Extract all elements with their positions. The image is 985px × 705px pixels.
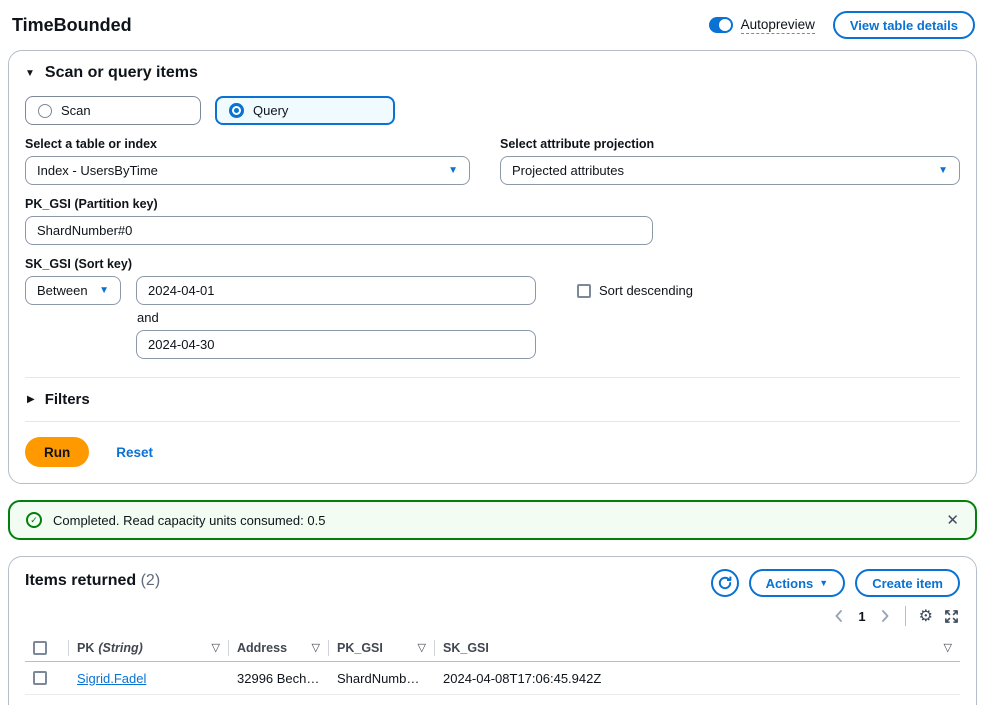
sort-filter-icon[interactable]: ▽ [312, 641, 320, 654]
partition-key-label: PK_GSI (Partition key) [25, 197, 960, 211]
and-label: and [137, 310, 960, 325]
items-returned-panel: Items returned (2) Actions ▼ Create item [8, 556, 977, 705]
top-bar: TimeBounded Autopreview View table detai… [8, 8, 977, 40]
column-pk-label: PK [77, 641, 94, 655]
projection-select[interactable]: Projected attributes ▼ [500, 156, 960, 185]
column-header-address[interactable]: Address ▽ [229, 640, 329, 656]
success-check-icon: ✓ [26, 512, 42, 528]
view-table-details-button[interactable]: View table details [833, 11, 975, 39]
table-header-row: PK (String) ▽ Address ▽ PK_GSI ▽ SK_GSI … [25, 634, 960, 662]
autopreview-toggle-group[interactable]: Autopreview [709, 17, 815, 34]
table-select-value: Index - UsersByTime [37, 163, 158, 178]
column-address-label: Address [237, 641, 287, 655]
collapse-caret-icon[interactable]: ▼ [25, 68, 35, 79]
autopreview-toggle[interactable] [709, 17, 733, 33]
actions-label: Actions [766, 576, 814, 591]
reset-button[interactable]: Reset [116, 445, 153, 460]
table-select[interactable]: Index - UsersByTime ▼ [25, 156, 470, 185]
mode-selector: Scan Query [25, 96, 960, 125]
divider [25, 421, 960, 422]
collapsed-caret-icon[interactable]: ▶ [27, 394, 35, 405]
sort-filter-icon[interactable]: ▽ [212, 641, 220, 654]
chevron-left-icon [833, 609, 845, 623]
table-select-label: Select a table or index [25, 137, 470, 151]
chevron-right-icon [879, 609, 891, 623]
gear-icon: ⚙ [919, 606, 933, 626]
autopreview-label: Autopreview [741, 17, 815, 34]
preferences-button[interactable]: ⚙ [918, 605, 934, 627]
sort-descending-checkbox-group[interactable]: Sort descending [577, 283, 693, 298]
pagination-prev-button[interactable] [831, 607, 847, 625]
item-pk-link[interactable]: Sigrid.Fadel [77, 671, 146, 686]
close-icon[interactable]: ✕ [946, 511, 959, 529]
page-title: TimeBounded [12, 15, 132, 36]
sort-key-label: SK_GSI (Sort key) [25, 257, 960, 271]
sort-filter-icon[interactable]: ▽ [418, 641, 426, 654]
column-header-sk-gsi[interactable]: SK_GSI ▽ [435, 640, 960, 656]
sort-filter-icon[interactable]: ▽ [944, 641, 952, 654]
toggle-knob [719, 19, 731, 31]
sort-descending-checkbox[interactable] [577, 284, 591, 298]
fullscreen-button[interactable] [943, 608, 960, 625]
radio-on-icon [229, 103, 244, 118]
sort-key-to-input[interactable] [136, 330, 536, 359]
scan-query-panel: ▼ Scan or query items Scan Query Select … [8, 50, 977, 484]
run-button[interactable]: Run [25, 437, 89, 467]
column-header-pk[interactable]: PK (String) ▽ [69, 640, 229, 656]
items-returned-title: Items returned (2) [25, 569, 160, 590]
mode-option-query[interactable]: Query [215, 96, 395, 125]
projection-select-value: Projected attributes [512, 163, 624, 178]
radio-off-icon [38, 104, 52, 118]
scan-query-panel-header[interactable]: ▼ Scan or query items [25, 64, 960, 82]
scan-query-panel-title: Scan or query items [45, 64, 198, 82]
row-checkbox[interactable] [33, 671, 47, 685]
top-bar-actions: Autopreview View table details [709, 11, 975, 39]
sort-key-condition-value: Between [37, 283, 88, 298]
column-pk-type: (String) [98, 641, 142, 655]
pagination-next-button[interactable] [877, 607, 893, 625]
chevron-down-icon: ▼ [819, 578, 828, 588]
cell-address: 32996 Bech… [229, 671, 329, 686]
cell-sk-gsi: 2024-04-08T17:06:45.942Z [435, 671, 960, 686]
cell-pk-gsi: ShardNumb… [329, 671, 435, 686]
sort-key-condition-select[interactable]: Between ▼ [25, 276, 121, 305]
chevron-down-icon: ▼ [448, 165, 458, 176]
divider [905, 606, 906, 626]
refresh-button[interactable] [711, 569, 739, 597]
column-header-pk-gsi[interactable]: PK_GSI ▽ [329, 640, 435, 656]
partition-key-input[interactable] [25, 216, 653, 245]
projection-select-label: Select attribute projection [500, 137, 960, 151]
mode-query-label: Query [253, 103, 288, 118]
column-pk-gsi-label: PK_GSI [337, 641, 383, 655]
actions-button[interactable]: Actions ▼ [749, 569, 846, 597]
sort-descending-label: Sort descending [599, 283, 693, 298]
chevron-down-icon: ▼ [938, 165, 948, 176]
filters-label: Filters [45, 391, 90, 408]
alert-message: Completed. Read capacity units consumed:… [53, 513, 935, 528]
column-sk-gsi-label: SK_GSI [443, 641, 489, 655]
chevron-down-icon: ▼ [99, 285, 109, 296]
create-item-button[interactable]: Create item [855, 569, 960, 597]
expand-icon [944, 609, 959, 624]
filters-section-header[interactable]: ▶ Filters [25, 378, 960, 421]
refresh-icon [717, 575, 733, 591]
items-returned-count: (2) [141, 572, 161, 589]
success-alert: ✓ Completed. Read capacity units consume… [8, 500, 977, 540]
items-returned-label: Items returned [25, 572, 136, 589]
mode-option-scan[interactable]: Scan [25, 96, 201, 125]
table-row: Sigrid.Fadel 32996 Bech… ShardNumb… 2024… [25, 662, 960, 695]
mode-scan-label: Scan [61, 103, 91, 118]
select-all-checkbox[interactable] [33, 641, 47, 655]
pagination-current-page[interactable]: 1 [856, 609, 867, 624]
sort-key-from-input[interactable] [136, 276, 536, 305]
table-row: Lonzo44 5484 The O… ShardNumb… 2024-04-1… [25, 695, 960, 705]
